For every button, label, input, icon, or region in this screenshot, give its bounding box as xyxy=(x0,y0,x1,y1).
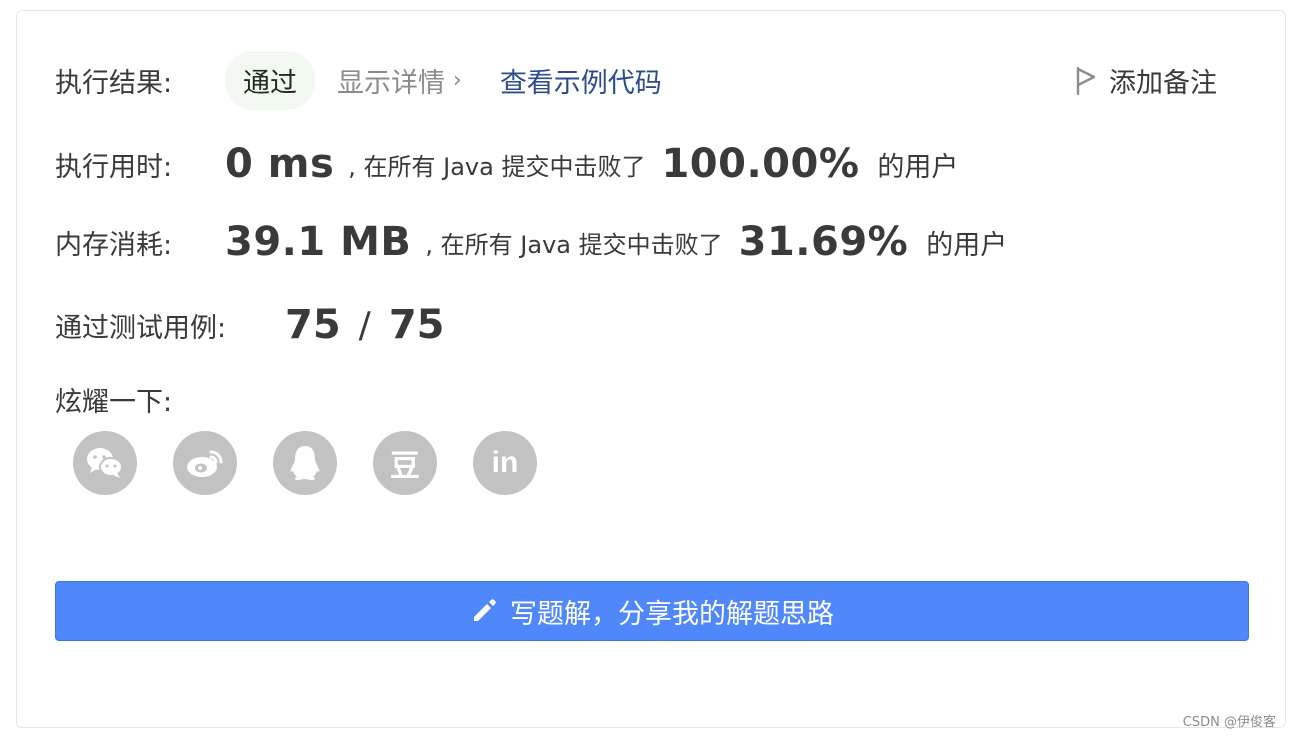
runtime-tail: 的用户 xyxy=(877,151,959,183)
status-badge: 通过 xyxy=(225,50,315,110)
tests-total: 75 xyxy=(388,302,445,348)
share-wechat-button[interactable] xyxy=(73,431,137,495)
submission-result-card: 执行结果: 通过 显示详情 › 查看示例代码 添加备注 执行用时: 0 ms ,… xyxy=(16,10,1286,728)
write-solution-button[interactable]: 写题解，分享我的解题思路 xyxy=(55,581,1249,641)
share-label: 炫耀一下: xyxy=(55,386,173,418)
tests-separator: / xyxy=(358,304,371,346)
chevron-right-icon: › xyxy=(453,67,462,93)
runtime-percent: 100.00% xyxy=(661,141,860,187)
show-details-label: 显示详情 xyxy=(337,67,445,99)
result-row: 执行结果: 通过 显示详情 › 查看示例代码 xyxy=(55,49,662,111)
share-douban-button[interactable]: 豆 xyxy=(373,431,437,495)
memory-beat-text: , 在所有 Java 提交中击败了 xyxy=(425,230,723,259)
tests-row: 通过测试用例: 75 / 75 xyxy=(55,297,444,353)
memory-label: 内存消耗: xyxy=(55,229,173,261)
pencil-icon xyxy=(474,599,496,621)
memory-row: 内存消耗: 39.1 MB , 在所有 Java 提交中击败了 31.69% 的… xyxy=(55,217,1007,267)
tests-passed: 75 xyxy=(285,302,341,348)
show-details-button[interactable]: 显示详情 › xyxy=(337,61,462,100)
flag-icon xyxy=(1076,66,1096,95)
weibo-icon xyxy=(187,450,223,477)
result-label: 执行结果: xyxy=(55,67,173,99)
view-example-code-link[interactable]: 查看示例代码 xyxy=(500,61,662,100)
memory-value: 39.1 MB xyxy=(225,219,412,265)
add-note-label: 添加备注 xyxy=(1109,68,1217,99)
tests-label: 通过测试用例: xyxy=(55,312,227,344)
share-row-label: 炫耀一下: xyxy=(55,377,172,421)
runtime-beat-text: , 在所有 Java 提交中击败了 xyxy=(348,152,646,181)
linkedin-icon: in xyxy=(491,446,519,479)
watermark: CSDN @伊俊客 xyxy=(1182,715,1276,730)
share-linkedin-button[interactable]: in xyxy=(473,431,537,495)
share-weibo-button[interactable] xyxy=(173,431,237,495)
write-solution-label: 写题解，分享我的解题思路 xyxy=(510,598,834,630)
qq-icon xyxy=(290,446,320,480)
runtime-value: 0 ms xyxy=(225,141,335,187)
runtime-label: 执行用时: xyxy=(55,151,173,183)
share-qq-button[interactable] xyxy=(273,431,337,495)
douban-icon: 豆 xyxy=(390,450,420,483)
memory-tail: 的用户 xyxy=(926,229,1008,261)
memory-percent: 31.69% xyxy=(738,219,909,265)
wechat-icon xyxy=(87,448,123,478)
runtime-row: 执行用时: 0 ms , 在所有 Java 提交中击败了 100.00% 的用户 xyxy=(55,139,958,189)
share-buttons: 豆 in xyxy=(73,431,573,495)
add-note-button[interactable]: 添加备注 xyxy=(1075,61,1217,100)
